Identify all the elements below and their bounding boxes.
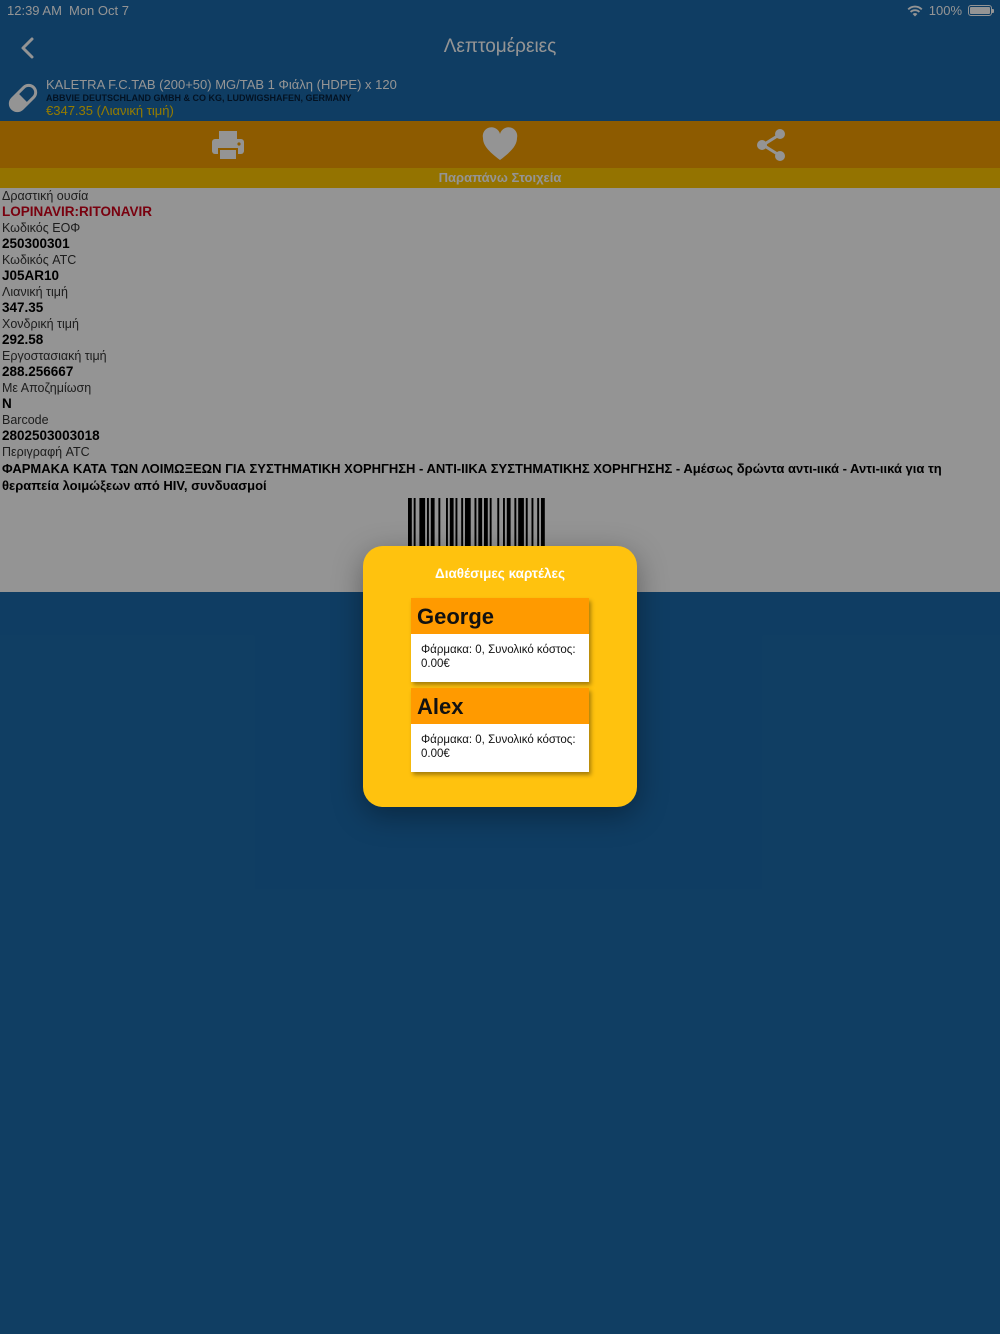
- card-summary: Φάρμακα: 0, Συνολικό κόστος: 0.00€: [421, 734, 576, 760]
- card-george[interactable]: George Φάρμακα: 0, Συνολικό κόστος: 0.00…: [411, 598, 589, 682]
- available-cards-modal: Διαθέσιμες καρτέλες George Φάρμακα: 0, Σ…: [363, 546, 637, 807]
- modal-title: Διαθέσιμες καρτέλες: [435, 566, 565, 581]
- card-summary: Φάρμακα: 0, Συνολικό κόστος: 0.00€: [421, 644, 576, 670]
- card-name: Alex: [411, 688, 589, 724]
- card-alex[interactable]: Alex Φάρμακα: 0, Συνολικό κόστος: 0.00€: [411, 688, 589, 772]
- card-name: George: [411, 598, 589, 634]
